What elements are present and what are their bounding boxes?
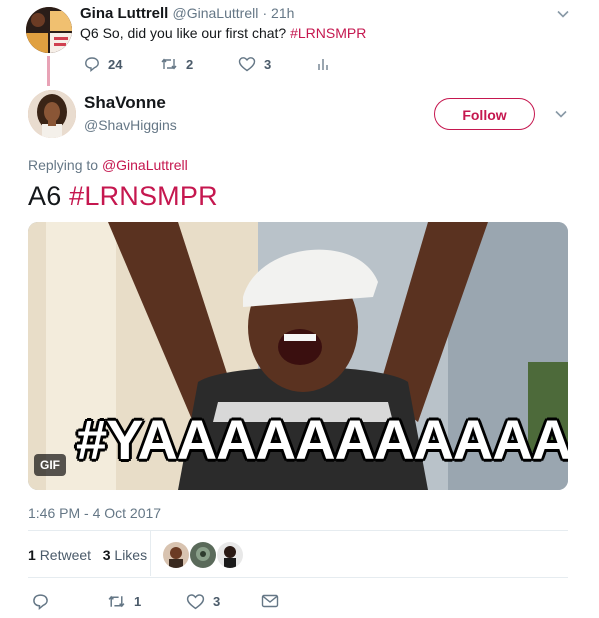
replying-to: Replying to @GinaLuttrell <box>28 157 188 173</box>
like-stat-label: Likes <box>114 547 148 563</box>
like-stat[interactable]: 3 Likes <box>103 547 147 563</box>
engagement-stats: 1 Retweet 3 Likes <box>28 547 147 563</box>
stats-separator <box>150 531 151 576</box>
author-handle[interactable]: @ShavHiggins <box>84 117 177 133</box>
like-stat-count: 3 <box>102 547 111 563</box>
parent-avatar[interactable] <box>26 7 72 53</box>
retweet-icon <box>108 595 125 607</box>
author-avatar[interactable] <box>28 90 76 138</box>
reply-icon <box>33 593 48 610</box>
tweet-hashtag-link[interactable]: #LRNSMPR <box>69 181 218 211</box>
parent-reply-count: 24 <box>108 56 123 72</box>
author-name[interactable]: ShaVonne <box>84 93 166 113</box>
parent-retweet-count: 2 <box>186 56 194 72</box>
tweet-body: A6 <box>28 181 62 211</box>
direct-message-button[interactable] <box>261 590 279 612</box>
analytics-icon <box>318 59 328 70</box>
retweet-stat[interactable]: 1 Retweet <box>28 547 91 563</box>
liker-avatar[interactable] <box>216 541 244 569</box>
reply-button[interactable] <box>32 590 49 612</box>
tweet-timestamp[interactable]: 1:46 PM - 4 Oct 2017 <box>28 505 161 521</box>
gif-caption-text: #YAAAAAAAAAAAS <box>76 408 568 471</box>
replying-to-handle[interactable]: @GinaLuttrell <box>102 157 188 173</box>
divider <box>28 530 568 531</box>
retweet-count: 1 <box>134 593 142 609</box>
chevron-down-icon[interactable] <box>556 7 570 21</box>
liker-avatar[interactable] <box>189 541 217 569</box>
parent-author[interactable]: Gina Luttrell @GinaLuttrell · 21h <box>80 5 294 22</box>
divider <box>28 577 568 578</box>
parent-like-button[interactable]: 3 <box>238 53 271 75</box>
message-icon <box>261 594 279 608</box>
tweet-text: A6 #LRNSMPR <box>28 181 218 212</box>
like-count: 3 <box>213 593 221 609</box>
chevron-down-icon[interactable] <box>554 107 568 121</box>
thread-connector <box>47 56 50 86</box>
retweet-stat-count: 1 <box>28 547 36 563</box>
parent-tweet-time[interactable]: · 21h <box>263 5 295 21</box>
retweet-stat-label: Retweet <box>39 547 92 563</box>
parent-retweet-button[interactable]: 2 <box>160 53 193 75</box>
retweet-button[interactable]: 1 <box>107 590 141 612</box>
gif-media[interactable]: #YAAAAAAAAAAAS GIF <box>28 222 568 490</box>
follow-button[interactable]: Follow <box>434 98 535 130</box>
like-button[interactable]: 3 <box>186 590 220 612</box>
heart-icon <box>186 593 205 609</box>
parent-analytics-button[interactable] <box>316 53 330 75</box>
liker-avatar[interactable] <box>162 541 190 569</box>
heart-icon <box>238 57 256 72</box>
gif-badge: GIF <box>34 454 66 476</box>
parent-reply-button[interactable]: 24 <box>84 53 122 75</box>
reply-icon <box>85 57 99 72</box>
parent-author-name[interactable]: Gina Luttrell <box>80 5 168 22</box>
parent-hashtag-link[interactable]: #LRNSMPR <box>290 25 366 41</box>
parent-author-handle[interactable]: @GinaLuttrell <box>173 5 259 21</box>
parent-tweet-text: Q6 So, did you like our first chat? #LRN… <box>80 25 366 41</box>
parent-tweet-body: Q6 So, did you like our first chat? <box>80 25 287 41</box>
parent-like-count: 3 <box>264 56 272 72</box>
replying-to-label: Replying to <box>28 157 99 173</box>
retweet-icon <box>161 58 177 70</box>
